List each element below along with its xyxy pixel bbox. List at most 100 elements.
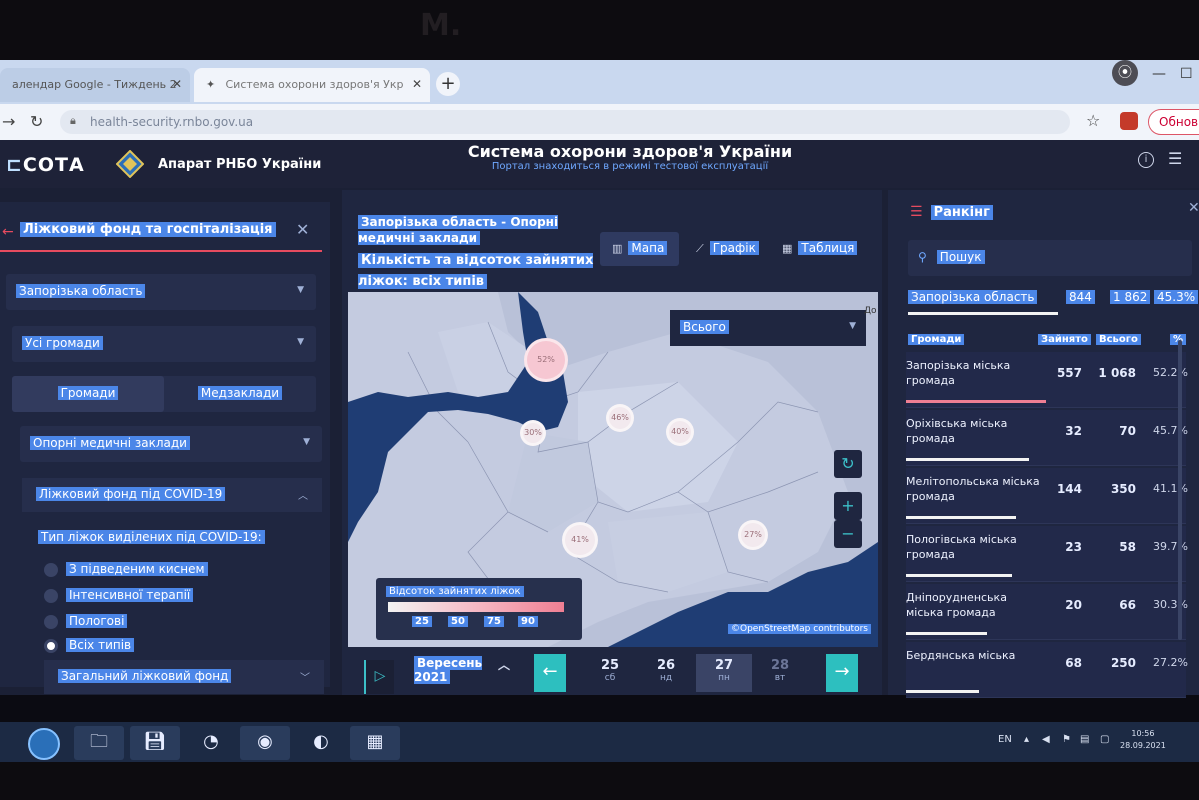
month-selector[interactable]: Вересень 2021 ︿ xyxy=(414,656,510,684)
legend-tick: 50 xyxy=(448,616,468,627)
minimize-icon[interactable]: — xyxy=(1152,66,1166,82)
row-occupied: 557 xyxy=(1056,366,1082,380)
radio-dot[interactable] xyxy=(44,563,58,577)
row-occupied: 144 xyxy=(1056,482,1082,496)
region-select[interactable]: Запорізька область ▼ xyxy=(6,274,316,310)
profile-icon[interactable]: ⦿ xyxy=(1112,60,1138,86)
close-tab-icon[interactable]: ✕ xyxy=(412,77,422,91)
ranking-row[interactable]: Пологівська міська громада 23 58 39.7% xyxy=(906,526,1188,582)
next-date-arrow-icon[interactable]: → xyxy=(826,654,858,692)
map-cluster-marker[interactable]: 41% xyxy=(562,522,598,558)
close-icon[interactable]: ✕ xyxy=(1188,200,1199,216)
day-26[interactable]: 26 нд xyxy=(638,654,694,692)
volume-icon[interactable]: ◀︎ xyxy=(1042,734,1050,745)
map-attribution[interactable]: ©OpenStreetMap contributors xyxy=(728,624,871,634)
tray-arrow-icon[interactable]: ▴ xyxy=(1024,734,1029,745)
day-28[interactable]: 28 вт xyxy=(752,654,808,692)
ranking-row[interactable]: Бердянська міська 68 250 27.2% xyxy=(906,642,1188,698)
close-icon[interactable]: ✕ xyxy=(296,220,309,239)
url-field[interactable]: 🔒︎ health-security.rnbo.gov.ua xyxy=(60,110,1070,134)
toggle-communities[interactable]: Громади xyxy=(12,376,164,412)
system-clock[interactable]: 10:56 28.09.2021 xyxy=(1120,728,1166,752)
close-tab-icon[interactable]: ✕ xyxy=(172,77,182,91)
ranking-row[interactable]: Оріхівська міська громада 32 70 45.7% xyxy=(906,410,1188,466)
file-explorer-icon[interactable]: 🗀 xyxy=(74,726,124,760)
update-browser-button[interactable]: Обновите xyxy=(1148,109,1199,135)
play-icon[interactable]: ▷ xyxy=(364,660,394,694)
row-occupied: 68 xyxy=(1065,656,1082,670)
row-community-name: Пологівська міська громада xyxy=(906,533,1017,561)
legend-title: Відсоток зайнятих ліжок xyxy=(386,586,524,597)
network-icon[interactable]: ▤ xyxy=(1080,734,1089,745)
col-header-communities[interactable]: Громади ↓↑ xyxy=(908,334,965,345)
view-map-button[interactable]: ▥ Мапа xyxy=(600,232,680,266)
map-cluster-marker[interactable]: 40% xyxy=(666,418,694,446)
chart-icon: ⟋ xyxy=(696,242,704,255)
communities-select[interactable]: Усі громади ▼ xyxy=(12,326,316,362)
forward-icon[interactable]: → xyxy=(2,112,15,131)
day-27-selected[interactable]: 27 пн xyxy=(696,654,752,692)
accordion-general-beds[interactable]: Загальний ліжковий фонд ﹀ xyxy=(44,660,324,694)
firefox-icon[interactable]: ◐ xyxy=(296,726,346,760)
ranking-scrollbar[interactable] xyxy=(1178,340,1182,640)
app-root: ⊏СОТА Апарат РНБО України Система охорон… xyxy=(0,140,1199,698)
flag-icon[interactable]: ⚑ xyxy=(1062,734,1071,745)
bed-type-label: Тип ліжок виділених під COVID-19: xyxy=(38,530,265,544)
browser-address-bar: → ↻ 🔒︎ health-security.rnbo.gov.ua ☆ Обн… xyxy=(0,104,1199,140)
menu-icon[interactable]: ☰ xyxy=(1168,149,1182,168)
row-progress-bar xyxy=(906,458,1029,461)
radio-dot[interactable] xyxy=(44,615,58,629)
reload-icon[interactable]: ↻ xyxy=(30,112,43,131)
row-progress-bar xyxy=(906,690,979,693)
sota-logo[interactable]: ⊏СОТА xyxy=(6,154,85,176)
bookmark-star-icon[interactable]: ☆ xyxy=(1086,111,1100,130)
view-chart-button[interactable]: ⟋ Графік xyxy=(684,232,771,266)
view-table-button[interactable]: ▦ Таблиця xyxy=(770,232,869,266)
map-cluster-marker[interactable]: 30% xyxy=(520,420,546,446)
ranking-row[interactable]: Мелітопольська міська громада 144 350 41.1% xyxy=(906,468,1188,524)
ranking-row[interactable]: Запорізька міська громада 557 1 068 52.2% xyxy=(906,352,1188,408)
media-app-icon[interactable]: ◔ xyxy=(186,726,236,760)
info-icon[interactable]: i xyxy=(1138,152,1154,168)
calendar-app-icon[interactable]: ▦ xyxy=(350,726,400,760)
tray-icon[interactable]: ▢ xyxy=(1100,734,1109,745)
maximize-icon[interactable]: ☐ xyxy=(1180,66,1193,82)
extension-icon[interactable] xyxy=(1120,112,1138,130)
day-25[interactable]: 25 сб xyxy=(582,654,638,692)
region-total-row[interactable]: Запорізька область 844 1 862 45.3% xyxy=(908,290,1199,315)
chevron-down-icon: ▼ xyxy=(297,337,304,347)
col-header-occupied[interactable]: Зайнято↓↑ xyxy=(1038,334,1091,345)
facility-type-select[interactable]: Опорні медичні заклади ▼ xyxy=(20,426,322,462)
region-map[interactable]: Всього ▼ До 52% 30% 46% 40% 41% 27% ↻ + … xyxy=(348,292,878,647)
row-pct: 27.2% xyxy=(1153,656,1188,669)
radio-dot[interactable] xyxy=(44,589,58,603)
radio-dot-checked[interactable] xyxy=(44,639,58,653)
map-filter-select[interactable]: Всього ▼ xyxy=(670,310,866,346)
legend-tick: 75 xyxy=(484,616,504,627)
accordion-covid-beds[interactable]: Ліжковий фонд під COVID-19 ︿ xyxy=(22,478,322,512)
browser-tab-health[interactable]: ✦ Система охорони здоров'я Укр ✕ xyxy=(194,68,430,102)
back-arrow-icon[interactable]: ← xyxy=(2,224,14,240)
prev-date-arrow-icon[interactable]: ← xyxy=(534,654,566,692)
zoom-out-icon[interactable]: − xyxy=(834,520,862,548)
save-disk-icon[interactable]: 💾︎ xyxy=(130,726,180,760)
col-header-all[interactable]: Всього↓↑ xyxy=(1096,334,1141,345)
zoom-in-icon[interactable]: + xyxy=(834,492,862,520)
map-refresh-icon[interactable]: ↻ xyxy=(834,450,862,478)
communities-select-value: Усі громади xyxy=(22,336,103,350)
toggle-facilities[interactable]: Медзаклади xyxy=(164,376,316,412)
map-cluster-marker[interactable]: 52% xyxy=(524,338,568,382)
ranking-row[interactable]: Дніпорудненська міська громада 20 66 30.3% xyxy=(906,584,1188,640)
browser-tab-calendar[interactable]: алендар Google - Тиждень 2 ✕ xyxy=(0,68,190,102)
chrome-icon[interactable]: ◉ xyxy=(240,726,290,760)
ranking-search-input[interactable]: ⚲ Пошук xyxy=(908,240,1192,276)
row-progress-bar xyxy=(906,574,1012,577)
language-indicator[interactable]: EN xyxy=(998,734,1012,745)
new-tab-button[interactable]: + xyxy=(436,72,460,96)
start-button[interactable] xyxy=(28,728,60,760)
monitor-bezel-bottom xyxy=(0,762,1199,800)
map-cluster-marker[interactable]: 46% xyxy=(606,404,634,432)
lock-icon: 🔒︎ xyxy=(70,114,76,127)
map-filter-value: Всього xyxy=(680,320,729,334)
map-cluster-marker[interactable]: 27% xyxy=(738,520,768,550)
